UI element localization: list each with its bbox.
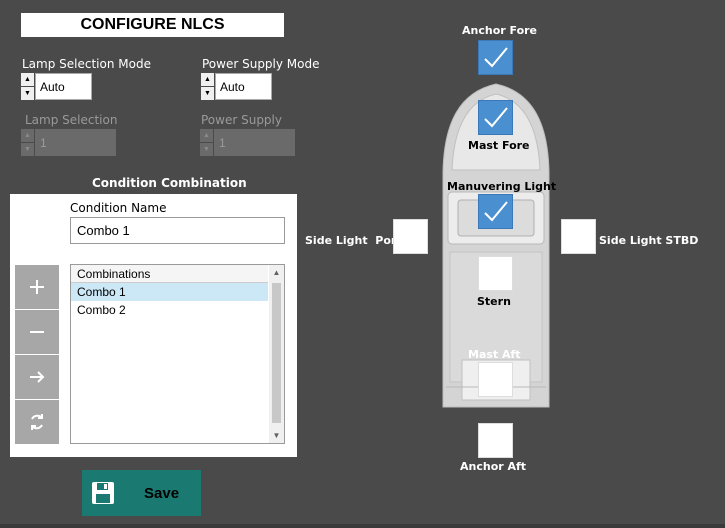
- lamp-selection-value: 1: [35, 129, 116, 156]
- power-supply-mode-spinner[interactable]: ▲ ▼ Auto: [201, 73, 272, 100]
- arrow-right-icon: [30, 371, 45, 383]
- page-title: CONFIGURE NLCS: [21, 13, 284, 37]
- power-supply-label: Power Supply: [201, 113, 282, 127]
- power-supply-mode-value[interactable]: Auto: [215, 73, 272, 100]
- side-light-port-toggle[interactable]: [393, 219, 428, 254]
- save-label: Save: [144, 484, 180, 502]
- spin-down-icon: ▼: [21, 143, 34, 156]
- anchor-fore-toggle[interactable]: [478, 40, 513, 75]
- condition-name-input[interactable]: Combo 1: [70, 217, 285, 244]
- refresh-button[interactable]: [15, 400, 59, 444]
- list-item[interactable]: Combo 1: [71, 283, 268, 301]
- power-supply-mode-label: Power Supply Mode: [202, 57, 320, 71]
- refresh-icon: [31, 414, 43, 430]
- mast-aft-toggle[interactable]: [478, 362, 513, 397]
- apply-button[interactable]: [15, 355, 59, 399]
- mast-aft-label: Mast Aft: [468, 348, 521, 361]
- combinations-listbox[interactable]: Combinations Combo 1 Combo 2 ▲ ▼: [70, 264, 285, 444]
- spin-up-icon: ▲: [200, 129, 213, 142]
- add-button[interactable]: [15, 265, 59, 309]
- scroll-thumb[interactable]: [272, 283, 281, 423]
- checkmark-icon: [484, 47, 508, 68]
- save-button[interactable]: Save: [82, 470, 201, 516]
- list-item[interactable]: Combo 2: [71, 301, 268, 319]
- lamp-selection-mode-spinner[interactable]: ▲ ▼ Auto: [21, 73, 92, 100]
- power-supply-value: 1: [214, 129, 295, 156]
- anchor-aft-label: Anchor Aft: [460, 460, 527, 473]
- side-light-stbd-label: Side Light STBD: [599, 234, 699, 247]
- mast-fore-label: Mast Fore: [468, 139, 530, 152]
- side-light-stbd-toggle[interactable]: [561, 219, 596, 254]
- lamp-selection-mode-value[interactable]: Auto: [35, 73, 92, 100]
- checkmark-icon: [484, 107, 508, 128]
- anchor-aft-toggle[interactable]: [478, 423, 513, 458]
- spin-up-icon[interactable]: ▲: [201, 73, 214, 86]
- remove-button[interactable]: [15, 310, 59, 354]
- condition-combination-title: Condition Combination: [92, 176, 247, 190]
- condition-combination-panel: Condition Name Combo 1 Combinations Comb…: [10, 194, 297, 457]
- configure-nlcs-window: CONFIGURE NLCS Lamp Selection Mode ▲ ▼ A…: [0, 0, 725, 528]
- scroll-down-icon[interactable]: ▼: [269, 428, 284, 443]
- side-light-port-label: Side Light Port: [305, 234, 402, 247]
- condition-name-label: Condition Name: [70, 201, 167, 215]
- lamp-selection-spinner: ▲ ▼ 1: [21, 129, 116, 156]
- power-supply-spinner: ▲ ▼ 1: [200, 129, 295, 156]
- lamp-selection-label: Lamp Selection: [25, 113, 118, 127]
- bottom-divider: [0, 524, 725, 528]
- spin-up-icon: ▲: [21, 129, 34, 142]
- listbox-scrollbar[interactable]: ▲ ▼: [269, 265, 284, 443]
- stern-toggle[interactable]: [478, 256, 513, 291]
- stern-label: Stern: [477, 295, 511, 308]
- manuvering-light-toggle[interactable]: [478, 194, 513, 229]
- spin-down-icon[interactable]: ▼: [21, 87, 34, 100]
- checkmark-icon: [484, 201, 508, 222]
- minus-icon: [30, 331, 44, 333]
- mast-fore-toggle[interactable]: [478, 100, 513, 135]
- scroll-up-icon[interactable]: ▲: [269, 265, 284, 280]
- spin-up-icon[interactable]: ▲: [21, 73, 34, 86]
- plus-icon: [30, 280, 44, 294]
- manuvering-light-label: Manuvering Light: [447, 180, 557, 193]
- lamp-selection-mode-label: Lamp Selection Mode: [22, 57, 151, 71]
- spin-down-icon[interactable]: ▼: [201, 87, 214, 100]
- anchor-fore-label: Anchor Fore: [462, 24, 538, 37]
- combinations-header: Combinations: [71, 265, 268, 283]
- spin-down-icon: ▼: [200, 143, 213, 156]
- floppy-disk-icon: [90, 480, 116, 506]
